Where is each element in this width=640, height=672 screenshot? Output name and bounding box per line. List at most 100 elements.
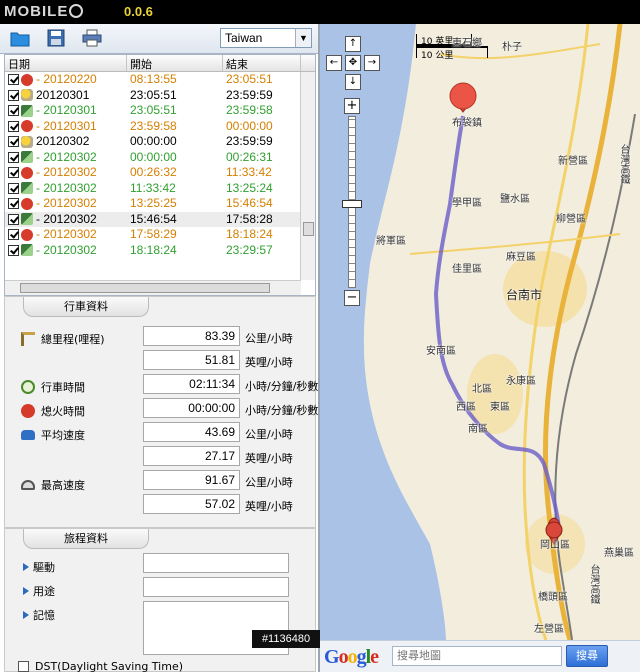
place-label: 安南區 — [426, 346, 456, 357]
pan-right-button[interactable]: → — [364, 55, 380, 71]
trip-list: 日期 開始 結束 - 20120220 08:13:55 23:05:51 20120… — [4, 54, 316, 296]
place-label: 新營區 — [558, 156, 588, 167]
map-view[interactable]: 10 英里 10 公里 東石鄉 朴子 布袋鎮 新營區 鹽水區 學甲區 柳營區 將… — [320, 24, 640, 672]
place-label: 佳里區 — [452, 264, 482, 275]
country-select[interactable]: Taiwan ▼ — [220, 28, 312, 48]
trip-date-cell: - 20120301 — [5, 119, 127, 135]
trip-row[interactable]: - 20120302 11:33:42 13:25:24 — [5, 181, 315, 197]
trip-row[interactable]: - 20120302 17:58:29 18:18:24 — [5, 227, 315, 243]
trip-row[interactable]: - 20120302 13:25:25 15:46:54 — [5, 196, 315, 212]
left-panel: Taiwan ▼ 日期 開始 結束 - 20120220 08:13:55 23:0… — [0, 24, 318, 672]
open-folder-button[interactable] — [10, 29, 30, 47]
trip-checkbox[interactable] — [8, 198, 19, 210]
trip-checkbox[interactable] — [8, 105, 19, 117]
trip-date-cell: 20120302 — [5, 134, 127, 150]
scrollbar-thumb[interactable] — [303, 222, 314, 236]
idle-time-label: 熄火時間 — [21, 403, 85, 419]
max-km-unit: 公里/小時 — [245, 476, 293, 489]
floppy-disk-icon — [47, 29, 65, 47]
place-label: 東石鄉 — [452, 38, 482, 49]
zoom-slider-thumb[interactable] — [342, 200, 362, 208]
drive-time-value: 02:11:34 — [143, 374, 240, 394]
trip-end-cell: 23:59:59 — [226, 134, 273, 148]
pan-left-button[interactable]: ← — [326, 55, 342, 71]
map-search-button[interactable]: 搜尋 — [566, 645, 608, 667]
trip-date-cell: 20120301 — [5, 88, 127, 104]
trip-end-cell: 23:29:57 — [226, 242, 273, 257]
trip-list-horizontal-scrollbar[interactable] — [5, 280, 301, 295]
trip-row[interactable]: - 20120301 23:59:58 00:00:00 — [5, 119, 315, 135]
avg-km-unit: 公里/小時 — [245, 428, 293, 441]
place-label: 麻豆區 — [506, 252, 536, 263]
drive-icon — [21, 151, 33, 164]
driving-data-section: 行車資料 總里程(哩程) 83.39 公里/小時 51.81 英哩/小時 行車時… — [4, 296, 318, 528]
total-distance-label: 總里程(哩程) — [21, 331, 105, 347]
column-header-start[interactable]: 開始 — [127, 55, 223, 71]
app-logo: MOBILE01 — [4, 3, 84, 20]
total-km-value: 83.39 — [143, 326, 240, 346]
trip-row[interactable]: - 20120302 00:26:32 11:33:42 — [5, 165, 315, 181]
place-label: 岡山區 — [540, 540, 570, 551]
clock-icon — [21, 380, 35, 394]
trip-row[interactable]: 20120301 23:05:51 23:59:59 — [5, 88, 315, 104]
save-button[interactable] — [46, 29, 66, 47]
trip-checkbox[interactable] — [8, 74, 19, 86]
column-header-end[interactable]: 結束 — [223, 55, 301, 71]
trip-list-vertical-scrollbar[interactable] — [300, 72, 315, 280]
trip-checkbox[interactable] — [8, 229, 19, 241]
trip-checkbox[interactable] — [8, 182, 19, 194]
trip-start-cell: 08:13:55 — [130, 72, 177, 86]
trip-end-cell: 23:59:58 — [226, 103, 273, 117]
trip-start-cell: 23:05:51 — [130, 87, 177, 102]
speedometer-icon — [21, 480, 35, 490]
trip-checkbox[interactable] — [8, 167, 19, 179]
trip-rows: - 20120220 08:13:55 23:05:51 20120301 23:05:… — [5, 72, 315, 258]
notes-field-label: 記憶 — [23, 607, 55, 623]
place-label: 燕巢區 — [604, 548, 634, 559]
trip-row[interactable]: - 20120220 08:13:55 23:05:51 — [5, 72, 315, 88]
zoom-in-button[interactable]: + — [344, 98, 360, 114]
trip-end-cell: 18:18:24 — [226, 227, 273, 241]
trip-checkbox[interactable] — [8, 213, 19, 225]
total-mi-unit: 英哩/小時 — [245, 356, 293, 369]
trip-date-cell: - 20120302 — [5, 181, 127, 197]
scrollbar-thumb[interactable] — [20, 283, 270, 293]
trip-start-cell: 00:00:00 — [130, 134, 177, 148]
pan-up-button[interactable]: ↑ — [345, 36, 361, 52]
triangle-right-icon — [23, 587, 29, 595]
pan-down-button[interactable]: ↓ — [345, 74, 361, 90]
trip-row[interactable]: - 20120302 18:18:24 23:29:57 — [5, 243, 315, 259]
trip-row[interactable]: 20120302 00:00:00 23:59:59 — [5, 134, 315, 150]
stop-icon — [21, 73, 33, 86]
trip-start-cell: 00:26:32 — [130, 165, 177, 179]
avg-mi-value: 27.17 — [143, 446, 240, 466]
avg-km-value: 43.69 — [143, 422, 240, 442]
place-label: 橋頭區 — [538, 592, 568, 603]
trip-row[interactable]: - 20120302 00:00:00 00:26:31 — [5, 150, 315, 166]
drive-field-input[interactable] — [143, 553, 289, 573]
place-label: 布袋鎮 — [452, 118, 482, 129]
dst-checkbox[interactable] — [18, 661, 29, 672]
purpose-field-input[interactable] — [143, 577, 289, 597]
trip-date-cell: - 20120301 — [5, 103, 127, 119]
trip-row[interactable]: - 20120302 15:46:54 17:58:28 — [5, 211, 315, 227]
driving-data-tab: 行車資料 — [23, 297, 149, 317]
printer-icon — [82, 29, 102, 47]
trip-checkbox[interactable] — [8, 136, 19, 148]
trip-checkbox[interactable] — [8, 89, 19, 101]
print-button[interactable] — [82, 29, 102, 47]
zoom-out-button[interactable]: − — [344, 290, 360, 306]
sun-icon — [21, 89, 33, 102]
trip-row[interactable]: - 20120301 23:05:51 23:59:58 — [5, 103, 315, 119]
dst-checkbox-row[interactable]: DST(Daylight Saving Time) — [18, 660, 183, 672]
column-header-date[interactable]: 日期 — [5, 55, 127, 71]
trip-checkbox[interactable] — [8, 151, 19, 163]
max-speed-label: 最高速度 — [21, 477, 85, 493]
title-bar: MOBILE01 0.0.6 — [0, 0, 640, 24]
folder-icon — [10, 32, 30, 47]
trip-list-header: 日期 開始 結束 — [5, 55, 315, 72]
pan-center-button[interactable]: ✥ — [345, 55, 361, 71]
trip-checkbox[interactable] — [8, 244, 19, 256]
map-search-input[interactable] — [392, 646, 562, 666]
trip-checkbox[interactable] — [8, 120, 19, 132]
